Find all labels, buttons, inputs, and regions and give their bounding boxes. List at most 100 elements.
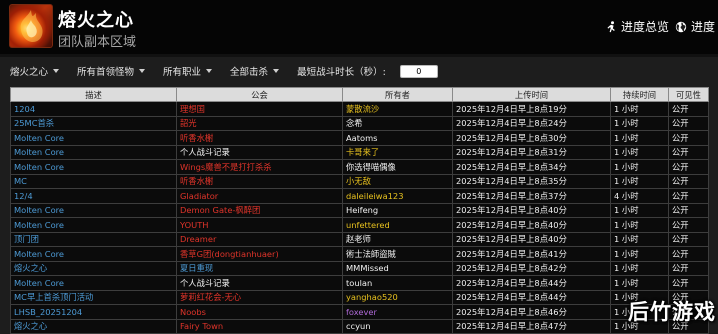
upload-time-cell: 2025年12月4日早上8点40分: [452, 202, 611, 218]
duration-cell: 1 小时: [610, 260, 669, 276]
chevron-down-icon: [206, 69, 213, 73]
duration-cell: 1 小时: [610, 231, 669, 247]
guild-name-link[interactable]: 香草G团(dongtianhuaer): [176, 246, 343, 262]
chevron-down-icon: [139, 69, 146, 73]
guild-name-link[interactable]: Fairy Town: [176, 318, 343, 334]
column-header-visibility[interactable]: 可见性: [668, 87, 709, 102]
owner-name-link[interactable]: 念希: [342, 115, 453, 131]
report-description-link[interactable]: 12/4: [10, 188, 177, 204]
guild-name-link[interactable]: Dreamer: [176, 231, 343, 247]
report-description-link[interactable]: Molten Core: [10, 246, 177, 262]
table-row[interactable]: 12/4 Gladiator daleileiwa123 2025年12月4日早上8点…: [10, 188, 709, 204]
visibility-cell: 公开: [668, 159, 709, 175]
report-description-link[interactable]: MC: [10, 173, 177, 189]
guild-name-link[interactable]: 听香水榭: [176, 173, 343, 189]
table-row[interactable]: MC早上首杀顶门活动 萝莉红花会-无心 yanghao520 2025年12月4日早上…: [10, 289, 709, 305]
upload-time-cell: 2025年12月4日早上8点35分: [452, 173, 611, 189]
guild-name-link[interactable]: 个人战斗记录: [176, 275, 343, 291]
upload-time-cell: 2025年12月4日早上8点46分: [452, 304, 611, 320]
progress-overview-link[interactable]: 进度总览: [606, 18, 669, 35]
table-row[interactable]: LHSB_20251204 Noobs foxever 2025年12月4日早上8点4…: [10, 304, 709, 320]
progress-link[interactable]: 进度: [675, 18, 715, 35]
owner-name-link[interactable]: MMMissed: [342, 260, 453, 276]
report-description-link[interactable]: 熔火之心: [10, 260, 177, 276]
owner-name-link[interactable]: ccyun: [342, 318, 453, 334]
report-description-link[interactable]: Molten Core: [10, 159, 177, 175]
progress-label: 进度: [691, 20, 716, 34]
table-row[interactable]: 熔火之心 夏日重现 MMMissed 2025年12月4日早上8点42分 1 小时 公开: [10, 260, 709, 276]
report-description-link[interactable]: 顶门团: [10, 231, 177, 247]
column-header-duration[interactable]: 持续时间: [610, 87, 669, 102]
report-description-link[interactable]: Molten Core: [10, 217, 177, 233]
visibility-cell: 公开: [668, 130, 709, 146]
table-row[interactable]: MC 听香水榭 小无敌 2025年12月4日早上8点35分 1 小时 公开: [10, 173, 709, 189]
table-row[interactable]: Molten Core YOUTH unfettered 2025年12月4日早上8点…: [10, 217, 709, 233]
upload-time-cell: 2025年12月4日早上8点37分: [452, 188, 611, 204]
owner-name-link[interactable]: 卡哥来了: [342, 144, 453, 160]
table-row[interactable]: 25MC首杀 韶光 念希 2025年12月4日早上8点24分 1 小时 公开: [10, 115, 709, 131]
owner-name-link[interactable]: 你选得喵偶像: [342, 159, 453, 175]
table-row[interactable]: Molten Core Demon Gate-枫醉团 Heifeng 2025年12月…: [10, 202, 709, 218]
boss-filter-dropdown[interactable]: 所有首领怪物: [77, 64, 146, 78]
owner-name-link[interactable]: unfettered: [342, 217, 453, 233]
table-row[interactable]: Molten Core 听香水榭 Aatoms 2025年12月4日早上8点30分 1 …: [10, 130, 709, 146]
report-description-link[interactable]: 1204: [10, 101, 177, 117]
guild-name-link[interactable]: Gladiator: [176, 188, 343, 204]
visibility-cell: 公开: [668, 231, 709, 247]
table-row[interactable]: Molten Core 个人战斗记录 卡哥来了 2025年12月4日早上8点31分 1 …: [10, 144, 709, 160]
report-description-link[interactable]: Molten Core: [10, 130, 177, 146]
report-description-link[interactable]: MC早上首杀顶门活动: [10, 289, 177, 305]
report-description-link[interactable]: 25MC首杀: [10, 115, 177, 131]
table-row[interactable]: Molten Core Wings魔兽不是打打杀杀 你选得喵偶像 2025年12月4日…: [10, 159, 709, 175]
owner-name-link[interactable]: 蒙散流沙: [342, 101, 453, 117]
duration-cell: 1 小时: [610, 101, 669, 117]
report-description-link[interactable]: Molten Core: [10, 144, 177, 160]
page-subtitle: 团队副本区域: [58, 35, 137, 50]
report-description-link[interactable]: Molten Core: [10, 275, 177, 291]
duration-cell: 1 小时: [610, 130, 669, 146]
table-row[interactable]: 顶门团 Dreamer 赵老师 2025年12月4日早上8点40分 1 小时 公开: [10, 231, 709, 247]
guild-name-link[interactable]: YOUTH: [176, 217, 343, 233]
raid-filter-dropdown[interactable]: 熔火之心: [10, 64, 60, 78]
visibility-cell: 公开: [668, 260, 709, 276]
owner-name-link[interactable]: Aatoms: [342, 130, 453, 146]
kills-filter-label: 全部击杀: [230, 67, 269, 78]
column-header-upload-time[interactable]: 上传时间: [452, 87, 611, 102]
guild-name-link[interactable]: Noobs: [176, 304, 343, 320]
column-header-description[interactable]: 描述: [10, 87, 177, 102]
column-header-guild[interactable]: 公会: [176, 87, 343, 102]
table-row[interactable]: Molten Core 个人战斗记录 toulan 2025年12月4日早上8点44分…: [10, 275, 709, 291]
min-duration-input[interactable]: 0: [399, 64, 438, 78]
guild-name-link[interactable]: Demon Gate-枫醉团: [176, 202, 343, 218]
guild-name-link[interactable]: 萝莉红花会-无心: [176, 289, 343, 305]
visibility-cell: 公开: [668, 101, 709, 117]
guild-name-link[interactable]: 听香水榭: [176, 130, 343, 146]
owner-name-link[interactable]: toulan: [342, 275, 453, 291]
kills-filter-dropdown[interactable]: 全部击杀: [230, 64, 280, 78]
report-description-link[interactable]: LHSB_20251204: [10, 304, 177, 320]
guild-name-link[interactable]: 夏日重现: [176, 260, 343, 276]
visibility-cell: 公开: [668, 115, 709, 131]
owner-name-link[interactable]: 術士法師盜賊: [342, 246, 453, 262]
guild-name-link[interactable]: 韶光: [176, 115, 343, 131]
owner-name-link[interactable]: daleileiwa123: [342, 188, 453, 204]
owner-name-link[interactable]: 小无敌: [342, 173, 453, 189]
table-row[interactable]: Molten Core 香草G团(dongtianhuaer) 術士法師盜賊 2025…: [10, 246, 709, 262]
report-description-link[interactable]: 熔火之心: [10, 318, 177, 334]
column-header-owner[interactable]: 所有者: [342, 87, 453, 102]
owner-name-link[interactable]: Heifeng: [342, 202, 453, 218]
class-filter-dropdown[interactable]: 所有职业: [163, 64, 213, 78]
visibility-cell: 公开: [668, 188, 709, 204]
upload-time-cell: 2025年12月4日早上8点34分: [452, 159, 611, 175]
guild-name-link[interactable]: Wings魔兽不是打打杀杀: [176, 159, 343, 175]
duration-cell: 1 小时: [610, 246, 669, 262]
owner-name-link[interactable]: 赵老师: [342, 231, 453, 247]
guild-name-link[interactable]: 个人战斗记录: [176, 144, 343, 160]
guild-name-link[interactable]: 理想国: [176, 101, 343, 117]
raid-filter-label: 熔火之心: [10, 67, 49, 78]
owner-name-link[interactable]: foxever: [342, 304, 453, 320]
table-row[interactable]: 1204 理想国 蒙散流沙 2025年12月4日早上8点19分 1 小时 公开: [10, 101, 709, 117]
owner-name-link[interactable]: yanghao520: [342, 289, 453, 305]
table-row[interactable]: 熔火之心 Fairy Town ccyun 2025年12月4日早上8点47分 1 小时…: [10, 318, 709, 334]
report-description-link[interactable]: Molten Core: [10, 202, 177, 218]
